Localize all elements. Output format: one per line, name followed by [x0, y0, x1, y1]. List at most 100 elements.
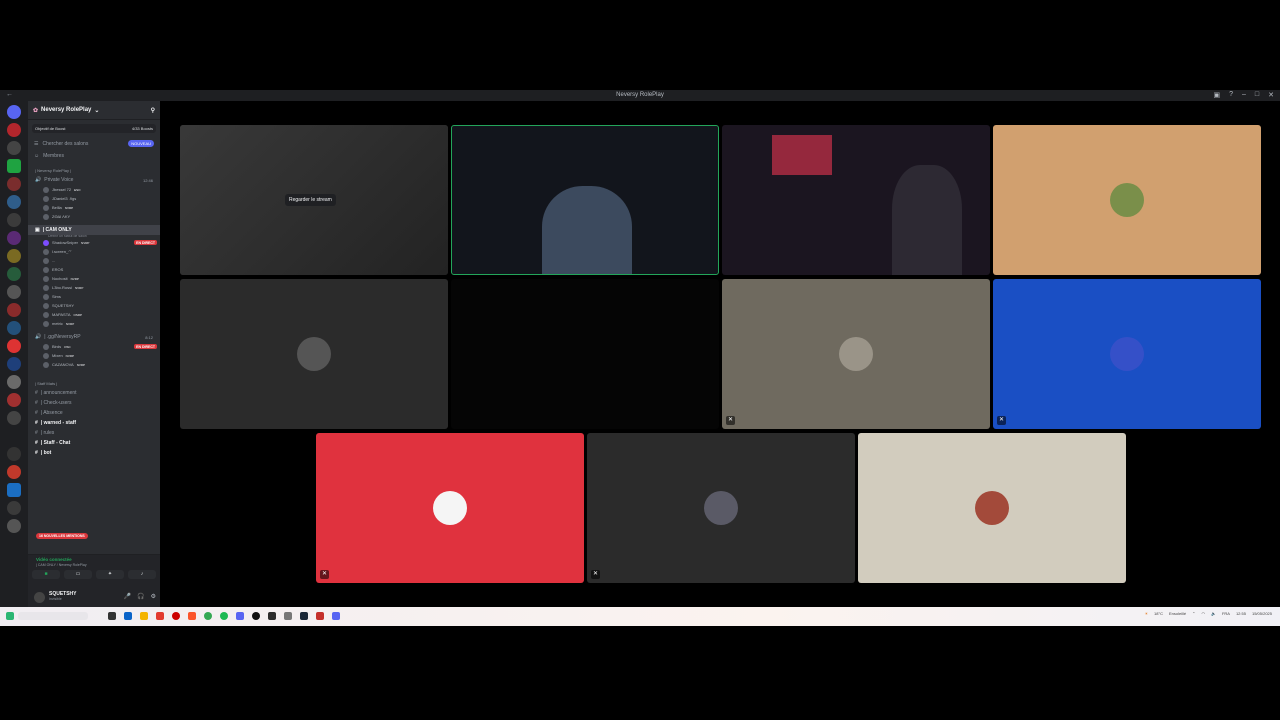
stream-tile[interactable]: Regarder le stream [180, 125, 448, 275]
avatar-tile[interactable] [993, 125, 1261, 275]
server-icon[interactable] [7, 159, 21, 173]
voice-channel-private-voice[interactable]: 🔊 Private Voice 12:46 [28, 175, 160, 185]
voice-user[interactable]: ... [28, 256, 160, 265]
file-explorer-icon[interactable] [140, 612, 148, 620]
category-header[interactable]: | Staff Mats | [28, 375, 160, 388]
avatar-tile[interactable] [858, 433, 1126, 583]
new-mentions-pill[interactable]: 16 NOUVELLES MENTIONS [36, 533, 88, 539]
user-avatar[interactable] [34, 592, 45, 603]
text-channel[interactable]: # | announcement [28, 388, 160, 398]
discord-icon[interactable] [236, 612, 244, 620]
voice-channel-cam-only[interactable]: ▣ | CAM ONLY [28, 225, 160, 235]
minimize-button[interactable]: – [1242, 91, 1246, 99]
discord-icon[interactable] [332, 612, 340, 620]
server-icon[interactable] [7, 231, 21, 245]
avatar-tile[interactable] [180, 279, 448, 429]
gear-icon[interactable]: ⚙ [151, 593, 156, 600]
inbox-icon[interactable]: ▣ [1213, 91, 1220, 99]
avatar-tile[interactable]: ✕ [993, 279, 1261, 429]
server-icon[interactable] [7, 339, 21, 353]
text-channel[interactable]: # | Check-users [28, 398, 160, 408]
text-channel[interactable]: # | bot [28, 448, 160, 458]
screen-share-button[interactable]: ▭ [64, 570, 92, 579]
camera-tile-speaking[interactable] [451, 125, 719, 275]
voice-user[interactable]: EROS [28, 265, 160, 274]
start-icon[interactable] [6, 612, 14, 620]
app-icon[interactable] [252, 612, 260, 620]
server-icon[interactable] [7, 465, 21, 479]
camera-tile[interactable] [722, 125, 990, 275]
server-icon[interactable] [7, 501, 21, 515]
voice-channel-gg-neversyrp[interactable]: 🔊 | .gg/NeversyRP 8:12 [28, 332, 160, 342]
tray-chevron-icon[interactable]: ⌃ [1192, 611, 1195, 616]
server-icon[interactable] [7, 177, 21, 191]
server-icon[interactable] [7, 195, 21, 209]
server-icon[interactable] [7, 393, 21, 407]
server-icon[interactable] [7, 303, 21, 317]
voice-user[interactable]: l.screen_ᐟᐟ [28, 247, 160, 256]
server-icon[interactable] [7, 375, 21, 389]
clock[interactable]: 12:55 [1236, 611, 1246, 616]
voice-user[interactable]: ShadowSniper NVRP EN DIRECT [28, 238, 160, 247]
voice-channel-link[interactable]: | CAM ONLY / Neversy RolePlay [36, 563, 87, 567]
steam-icon[interactable] [300, 612, 308, 620]
voice-user[interactable]: metric NVRP [28, 319, 160, 328]
category-header[interactable]: | Neversy RolePlay | [28, 162, 160, 175]
voice-user[interactable]: L3bo.Rossi NVRP [28, 283, 160, 292]
avatar-tile[interactable]: ✕ [587, 433, 855, 583]
direct-messages-icon[interactable] [7, 105, 21, 119]
volume-icon[interactable]: 🔈 [1211, 611, 1216, 616]
text-channel[interactable]: # | Absence [28, 408, 160, 418]
maximize-button[interactable]: □ [1255, 91, 1259, 99]
server-icon[interactable] [7, 267, 21, 281]
voice-user[interactable]: Mixen NVRP [28, 351, 160, 360]
activities-button[interactable]: ✦ [96, 570, 124, 579]
voice-user[interactable]: JDaniel3 .9gs [28, 194, 160, 203]
voice-user[interactable]: Bellla NVRP [28, 203, 160, 212]
browse-channels[interactable]: ☰ Chercher des salons NOUVEAU [28, 137, 160, 150]
voice-user[interactable]: Nochosit NVRP [28, 274, 160, 283]
server-icon[interactable] [7, 249, 21, 263]
text-channel[interactable]: # | warned - staff [28, 418, 160, 428]
server-icon[interactable] [7, 411, 21, 425]
settings-icon[interactable] [284, 612, 292, 620]
opera-icon[interactable] [172, 612, 180, 620]
chrome-icon[interactable] [204, 612, 212, 620]
search-box[interactable] [18, 612, 88, 620]
app-icon[interactable] [124, 612, 132, 620]
voice-user[interactable]: Sims [28, 292, 160, 301]
wifi-icon[interactable]: ◠ [1201, 611, 1205, 616]
server-icon[interactable] [7, 213, 21, 227]
avatar-tile[interactable]: ✕ [722, 279, 990, 429]
watch-stream-button[interactable]: Regarder le stream [285, 194, 336, 206]
voice-user[interactable]: Jbessel 72 ESO [28, 185, 160, 194]
server-icon[interactable] [7, 447, 21, 461]
server-icon[interactable] [7, 483, 21, 497]
voice-user[interactable]: SQUETSHY [28, 301, 160, 310]
server-icon[interactable] [7, 123, 21, 137]
voice-user[interactable]: ΖΘΔΙ ΛΚΥ [28, 212, 160, 221]
app-icon[interactable] [156, 612, 164, 620]
spotify-icon[interactable] [220, 612, 228, 620]
guild-header[interactable]: ✿ Neversy RolePlay ⌄ ⚲ [28, 101, 160, 120]
camera-button[interactable]: ■ [32, 570, 60, 579]
voice-user[interactable]: CAZANOVA NVRP [28, 360, 160, 369]
server-icon[interactable] [7, 141, 21, 155]
task-view-icon[interactable] [108, 612, 116, 620]
voice-user[interactable]: MAPASTA OSRP [28, 310, 160, 319]
server-icon[interactable] [7, 321, 21, 335]
app-icon[interactable] [268, 612, 276, 620]
camera-tile-dark[interactable] [451, 279, 719, 429]
close-button[interactable]: ✕ [1268, 91, 1274, 99]
brave-icon[interactable] [188, 612, 196, 620]
text-channel[interactable]: # | rules [28, 428, 160, 438]
language-indicator[interactable]: FRA [1222, 611, 1230, 616]
server-icon[interactable] [7, 285, 21, 299]
headphones-icon[interactable]: 🎧 [137, 593, 144, 600]
microphone-icon[interactable]: 🎤 [124, 593, 131, 600]
soundboard-button[interactable]: ♪ [128, 570, 156, 579]
server-icon[interactable] [7, 357, 21, 371]
date[interactable]: 15/05/2025 [1252, 611, 1272, 616]
help-icon[interactable]: ? [1229, 91, 1233, 99]
avatar-tile[interactable]: ✕ [316, 433, 584, 583]
